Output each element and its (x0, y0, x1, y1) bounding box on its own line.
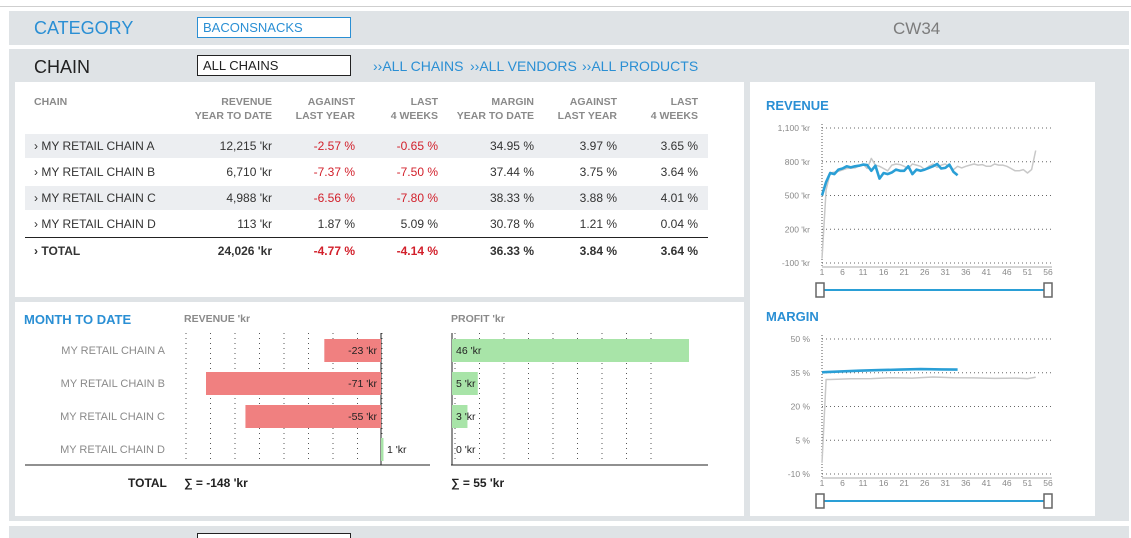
profit-bar-label: 3 'kr (456, 411, 476, 423)
last-year-series-line (821, 376, 1036, 463)
y-tick-label: 35 % (791, 368, 811, 378)
mtd-bar-charts: -23 'kr -71 'kr -55 'kr 1 'kr 46 'kr 5 'kr 3 '… (25, 333, 708, 466)
range-slider-left-handle[interactable] (815, 493, 825, 509)
x-tick-label: 41 (982, 478, 992, 488)
x-tick-label: 46 (1002, 267, 1012, 277)
revenue-bar (381, 438, 384, 461)
x-tick-label: 16 (879, 478, 889, 488)
trend-charts: REVENUE 1,100 'kr 800 'kr 500 'kr 200 'kr -10… (766, 98, 1053, 509)
x-tick-label: 36 (961, 267, 971, 277)
y-tick-label: 50 % (791, 334, 811, 344)
x-tick-label: 51 (1023, 478, 1033, 488)
mtd-revenue-sum: ∑ = -148 'kr (184, 476, 248, 490)
mtd-total-label: TOTAL (128, 476, 167, 490)
bottom-bar (9, 526, 1129, 538)
range-slider-right-handle[interactable] (1043, 493, 1053, 509)
y-tick-label: 500 'kr (785, 191, 810, 201)
bottom-input-stub (197, 533, 351, 538)
x-tick-label: 26 (920, 267, 930, 277)
x-tick-label: 41 (982, 267, 992, 277)
x-tick-label: 6 (840, 267, 845, 277)
y-tick-label: 1,100 'kr (778, 123, 811, 133)
x-tick-label: 56 (1043, 478, 1053, 488)
trend-chart-title: REVENUE (766, 98, 829, 113)
x-tick-label: 21 (899, 267, 909, 277)
week-label: CW34 (893, 19, 941, 38)
x-tick-label: 11 (859, 478, 868, 488)
profit-bar-label: 5 'kr (456, 378, 476, 390)
x-tick-label: 26 (920, 478, 930, 488)
y-tick-label: 5 % (795, 435, 810, 445)
y-tick-label: 20 % (791, 402, 811, 412)
x-tick-label: 1 (820, 478, 825, 488)
x-tick-label: 16 (879, 267, 889, 277)
x-tick-label: 31 (941, 267, 951, 277)
x-tick-label: 11 (859, 267, 868, 277)
x-tick-label: 31 (941, 478, 951, 488)
y-tick-label: 200 'kr (785, 224, 810, 234)
x-tick-label: 56 (1043, 267, 1053, 277)
x-tick-label: 51 (1023, 267, 1033, 277)
revenue-bar-label: 1 'kr (387, 444, 407, 456)
profit-bar-label: 46 'kr (456, 345, 482, 357)
x-tick-label: 6 (840, 478, 845, 488)
x-tick-label: 1 (820, 267, 825, 277)
y-tick-label: -100 'kr (782, 258, 810, 268)
mtd-profit-sum: ∑ = 55 'kr (451, 476, 505, 490)
range-slider-left-handle[interactable] (815, 282, 825, 298)
y-tick-label: -10 % (788, 469, 811, 479)
x-tick-label: 21 (899, 478, 909, 488)
current-year-series-line (821, 367, 958, 374)
profit-bar-label: 0 'kr (456, 444, 476, 456)
range-slider-right-handle[interactable] (1043, 282, 1053, 298)
x-tick-label: 36 (961, 478, 971, 488)
revenue-bar-label: -55 'kr (348, 411, 377, 423)
trend-chart-title: MARGIN (766, 309, 819, 324)
revenue-bar-label: -23 'kr (348, 345, 377, 357)
revenue-bar-label: -71 'kr (348, 378, 377, 390)
y-tick-label: 800 'kr (785, 157, 810, 167)
x-tick-label: 46 (1002, 478, 1012, 488)
profit-bar (452, 339, 689, 362)
